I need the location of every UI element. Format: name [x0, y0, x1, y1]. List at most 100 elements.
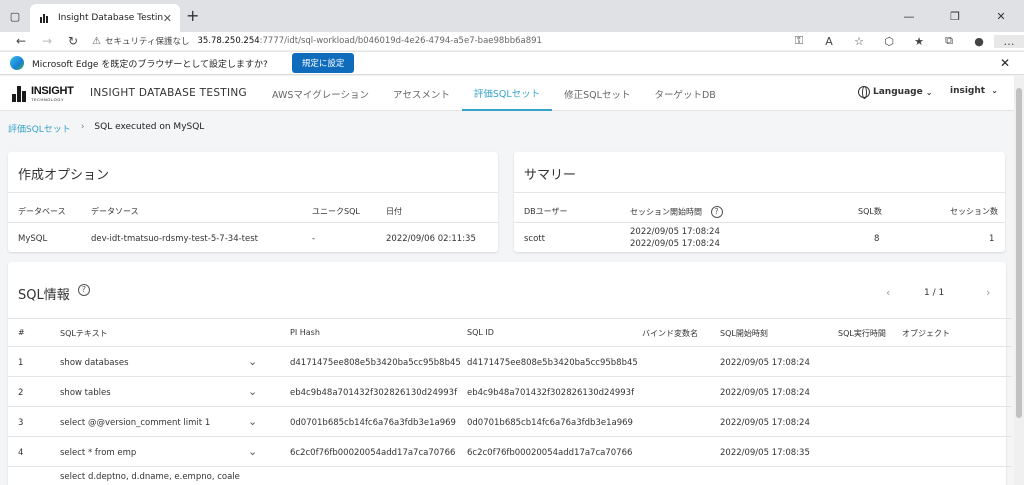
maximize-icon[interactable]: ❐ — [932, 0, 978, 32]
infobar-close-icon[interactable]: ✕ — [1000, 56, 1010, 70]
app-title: INSIGHT DATABASE TESTING — [90, 87, 247, 99]
app-viewport: INSIGHT TECHNOLOGY INSIGHT DATABASE TEST… — [0, 76, 1014, 485]
col-no: # — [18, 328, 25, 337]
col-session-start-label: セッション開始時間 — [630, 207, 702, 217]
user-name: insight — [950, 86, 986, 96]
profile-avatar-icon[interactable]: ● — [964, 35, 994, 48]
summary-card: サマリー DBユーザー セッション開始時間 ? SQL数 セッション数 scot… — [514, 152, 1005, 252]
summary-title: サマリー — [524, 168, 577, 183]
col-db-user: DBユーザー — [524, 207, 568, 216]
key-icon[interactable]: ⚿ — [784, 34, 814, 48]
summary-db-user: scott — [524, 234, 545, 244]
row-4-pi-hash: 6c2c0f76fb00020054add17a7ca70766 — [290, 448, 456, 458]
infobar-message: Microsoft Edge を既定のブラウザーとして設定しますか? — [32, 59, 268, 70]
security-label: セキュリティ保護なし — [104, 37, 190, 47]
menu-assessment[interactable]: アセスメント — [381, 76, 462, 111]
sql-info-title: SQL情報 ? — [18, 284, 90, 303]
row-2-no: 2 — [18, 388, 24, 398]
app-header: INSIGHT TECHNOLOGY INSIGHT DATABASE TEST… — [0, 76, 1014, 111]
row-2-expand-chevron-down-icon[interactable]: ⌄ — [248, 385, 257, 398]
collections-icon[interactable]: ⧉ — [934, 34, 964, 48]
url-field[interactable]: ⚠ セキュリティ保護なし 35.78.250.254 :7777/idt/sql… — [92, 33, 872, 49]
row-1-sql-id: d4171475ee808e5b3420ba5cc95b8b45 — [467, 358, 638, 368]
row-5-sql-text: select d.deptno, d.dname, e.empno, coale — [60, 472, 240, 482]
insight-logo[interactable]: INSIGHT TECHNOLOGY — [12, 85, 74, 102]
minimize-icon[interactable]: — — [886, 0, 932, 32]
browser-tab-strip: ▢ Insight Database Testing ✕ + — ❐ ✕ — [0, 0, 1024, 32]
col-pi-hash: PI Hash — [290, 328, 320, 337]
main-menu: AWSマイグレーション アセスメント 評価SQLセット 修正SQLセット ターゲ… — [260, 76, 728, 111]
row-1-no: 1 — [18, 358, 24, 368]
menu-target-db[interactable]: ターゲットDB — [642, 76, 727, 111]
row-1-expand-chevron-down-icon[interactable]: ⌄ — [248, 355, 257, 368]
logo-subtext: TECHNOLOGY — [31, 97, 65, 102]
row-3-no: 3 — [18, 418, 24, 428]
url-path: :7777/idt/sql-workload/b046019d-4e26-479… — [259, 36, 542, 46]
sql-info-card: SQL情報 ? ‹ 1 / 1 › # SQLテキスト PI Hash SQL … — [8, 262, 1012, 485]
scrollbar-thumb[interactable] — [1016, 88, 1022, 418]
more-menu-icon[interactable]: … — [994, 34, 1024, 48]
address-bar-row: ← → ↻ ⚠ セキュリティ保護なし 35.78.250.254 :7777/i… — [0, 32, 1024, 50]
row-4-sql-text: select * from emp — [60, 448, 137, 458]
warning-icon: ⚠ — [92, 35, 101, 47]
row-3-sql-text: select @@version_comment limit 1 — [60, 418, 211, 428]
row-1-sql-start: 2022/09/05 17:08:24 — [720, 358, 810, 368]
option-datasource: dev-idt-tmatsuo-rdsmy-test-5-7-34-test — [91, 234, 258, 244]
edge-logo-icon — [10, 56, 24, 70]
favorite-add-icon[interactable]: ☆ — [844, 35, 874, 48]
browser-tab-title: Insight Database Testing — [58, 13, 163, 23]
col-bind-vars: バインド変数名 — [642, 329, 698, 338]
help-icon[interactable]: ? — [710, 206, 723, 218]
col-sql-text: SQLテキスト — [60, 329, 108, 338]
read-aloud-icon[interactable]: A — [814, 35, 844, 48]
col-sql-id: SQL ID — [467, 328, 494, 337]
next-page-icon[interactable]: › — [986, 286, 990, 299]
forward-icon[interactable]: → — [36, 32, 58, 50]
col-session-start: セッション開始時間 ? — [630, 206, 723, 218]
extensions-icon[interactable]: ⬡ — [874, 35, 904, 48]
breadcrumb-parent-link[interactable]: 評価SQLセット — [8, 122, 71, 135]
menu-eval-sql-set[interactable]: 評価SQLセット — [461, 76, 553, 111]
close-window-icon[interactable]: ✕ — [978, 0, 1024, 32]
row-4-sql-id: 6c2c0f76fb00020054add17a7ca70766 — [467, 448, 633, 458]
language-selector[interactable]: Language ⌄ — [858, 86, 932, 99]
new-tab-icon[interactable]: + — [186, 6, 199, 25]
option-unique-sql: - — [312, 234, 316, 244]
menu-fixed-sql-set[interactable]: 修正SQLセット — [552, 76, 642, 111]
chevron-down-icon: ⌄ — [991, 86, 998, 95]
user-menu[interactable]: insight ⌄ — [950, 86, 998, 96]
col-datasource: データソース — [91, 207, 139, 216]
sql-info-title-text: SQL情報 — [18, 288, 70, 303]
option-date: 2022/09/06 02:11:35 — [386, 234, 476, 244]
col-sql-count: SQL数 — [858, 207, 882, 216]
row-3-expand-chevron-down-icon[interactable]: ⌄ — [248, 415, 257, 428]
row-3-sql-start: 2022/09/05 17:08:24 — [720, 418, 810, 428]
row-4-expand-chevron-down-icon[interactable]: ⌄ — [248, 445, 257, 458]
refresh-icon[interactable]: ↻ — [62, 32, 84, 50]
row-1-sql-text: show databases — [60, 358, 129, 368]
tab-close-icon[interactable]: ✕ — [163, 12, 172, 25]
back-icon[interactable]: ← — [10, 32, 32, 50]
favicon-icon — [38, 11, 52, 25]
language-label: Language — [873, 87, 923, 97]
creation-options-title: 作成オプション — [18, 168, 110, 183]
browser-tab[interactable]: Insight Database Testing ✕ — [30, 4, 180, 32]
creation-options-card: 作成オプション データベース データソース ユニークSQL 日付 MySQL d… — [8, 152, 498, 252]
row-1-pi-hash: d4171475ee808e5b3420ba5cc95b8b45 — [290, 358, 461, 368]
page-scrollbar[interactable] — [1014, 76, 1024, 485]
help-icon[interactable]: ? — [77, 284, 90, 296]
row-2-sql-text: show tables — [60, 388, 111, 398]
tab-actions-icon[interactable]: ▢ — [0, 0, 30, 32]
set-default-button[interactable]: 規定に設定 — [291, 53, 355, 73]
breadcrumb: 評価SQLセット › SQL executed on MySQL — [8, 122, 204, 135]
col-date: 日付 — [386, 207, 402, 216]
menu-aws-migration[interactable]: AWSマイグレーション — [260, 76, 381, 111]
row-2-pi-hash: eb4c9b48a701432f302826130d24993f — [290, 388, 458, 398]
row-2-sql-start: 2022/09/05 17:08:24 — [720, 388, 810, 398]
globe-icon — [858, 86, 870, 99]
col-object: オブジェクト — [902, 329, 950, 338]
favorites-icon[interactable]: ★ — [904, 35, 934, 48]
prev-page-icon[interactable]: ‹ — [886, 286, 890, 299]
col-sql-start: SQL開始時刻 — [720, 329, 768, 338]
url-host: 35.78.250.254 — [197, 36, 260, 46]
